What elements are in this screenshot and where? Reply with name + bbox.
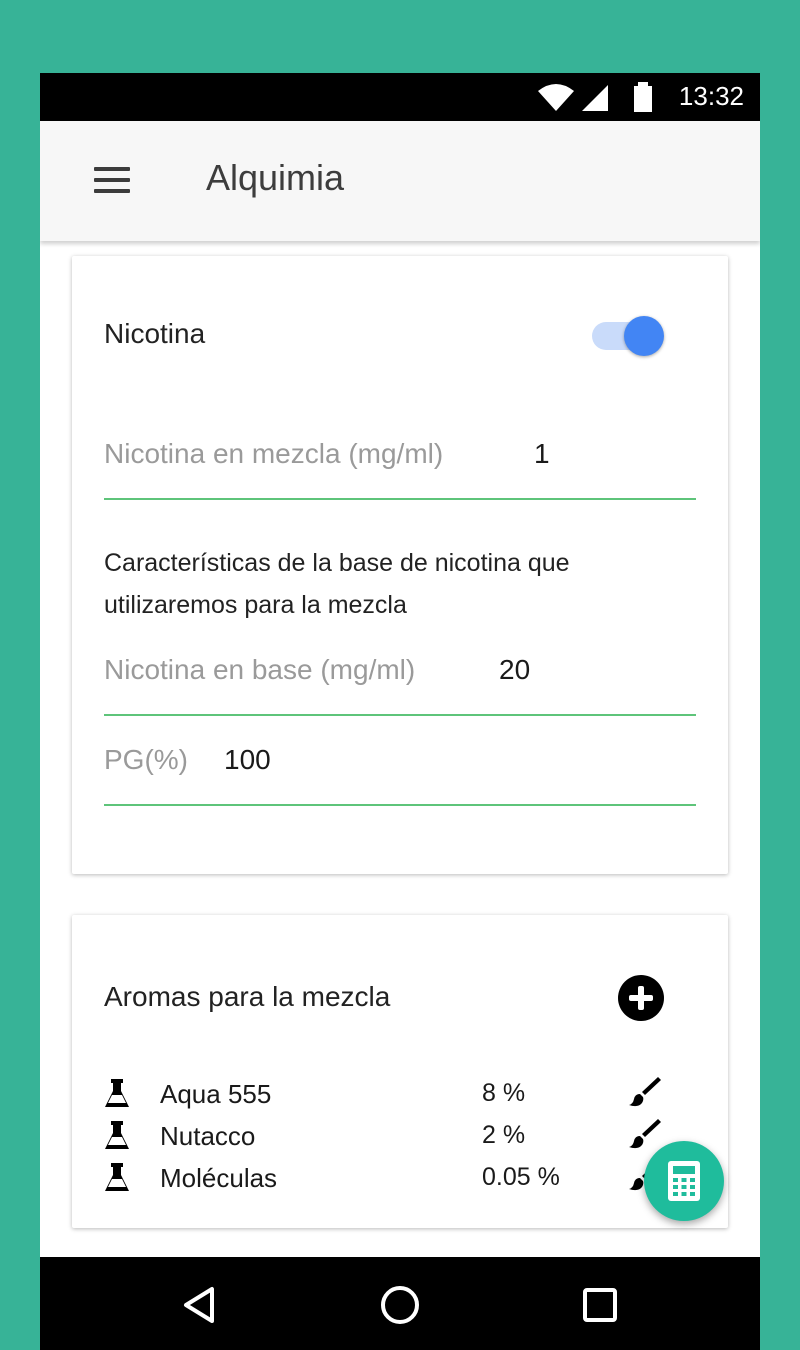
status-icons: [538, 82, 652, 112]
pg-value[interactable]: 100: [224, 744, 271, 776]
status-bar: 13:32: [40, 73, 760, 121]
nicotina-card: Nicotina Nicotina en mezcla (mg/ml) 1 Ca…: [72, 256, 728, 874]
brush-icon[interactable]: [628, 1075, 662, 1109]
calculate-fab-button[interactable]: [644, 1141, 724, 1221]
toggle-thumb: [624, 316, 664, 356]
nicotina-mix-value[interactable]: 1: [534, 438, 550, 470]
aroma-name: Nutacco: [160, 1121, 256, 1151]
aroma-row: Moléculas 0.05 %: [104, 1159, 696, 1199]
aromas-card: Aromas para la mezcla Aqua 555 8 % Nutac…: [72, 915, 728, 1228]
status-time: 13:32: [678, 81, 744, 111]
battery-icon: [634, 82, 652, 112]
nicotina-toggle[interactable]: [592, 314, 666, 358]
nicotina-base-field[interactable]: Nicotina en base (mg/ml) 20: [104, 636, 696, 716]
aroma-name: Aqua 555: [160, 1079, 272, 1109]
aroma-percent: 8 %: [482, 1079, 526, 1107]
add-aroma-button[interactable]: [618, 975, 664, 1021]
pg-label: PG(%): [104, 744, 188, 775]
aroma-row: Aqua 555 8 %: [104, 1075, 696, 1115]
nicotina-mix-field[interactable]: Nicotina en mezcla (mg/ml) 1: [104, 416, 696, 500]
flask-icon: [105, 1163, 129, 1191]
signal-icon: [582, 85, 608, 111]
aromas-title: Aromas para la mezcla: [104, 981, 391, 1012]
nicotina-title: Nicotina: [104, 318, 206, 349]
navigation-bar: [40, 1257, 760, 1350]
app-title: Alquimia: [206, 157, 345, 198]
phone-screen: 13:32 Alquimia Nicotina Nicotina en mezc…: [40, 73, 760, 1350]
base-description: Características de la base de nicotina q…: [104, 549, 570, 619]
flask-icon: [105, 1079, 129, 1107]
nicotina-base-label: Nicotina en base (mg/ml): [104, 654, 416, 685]
aroma-percent: 0.05 %: [482, 1163, 560, 1191]
calculator-icon: [668, 1161, 700, 1201]
circle-home-icon[interactable]: [378, 1283, 422, 1327]
brush-icon[interactable]: [628, 1117, 662, 1151]
flask-icon: [105, 1121, 129, 1149]
square-recents-icon[interactable]: [578, 1283, 622, 1327]
aroma-name: Moléculas: [160, 1163, 278, 1193]
nicotina-base-value[interactable]: 20: [499, 654, 530, 686]
hamburger-menu-icon[interactable]: [94, 167, 130, 195]
aroma-row: Nutacco 2 %: [104, 1117, 696, 1157]
wifi-icon: [538, 84, 574, 111]
pg-field[interactable]: PG(%) 100: [104, 728, 696, 806]
aroma-percent: 2 %: [482, 1121, 526, 1149]
triangle-back-icon[interactable]: [178, 1283, 222, 1327]
app-bar: Alquimia: [40, 121, 760, 241]
nicotina-mix-label: Nicotina en mezcla (mg/ml): [104, 438, 444, 469]
